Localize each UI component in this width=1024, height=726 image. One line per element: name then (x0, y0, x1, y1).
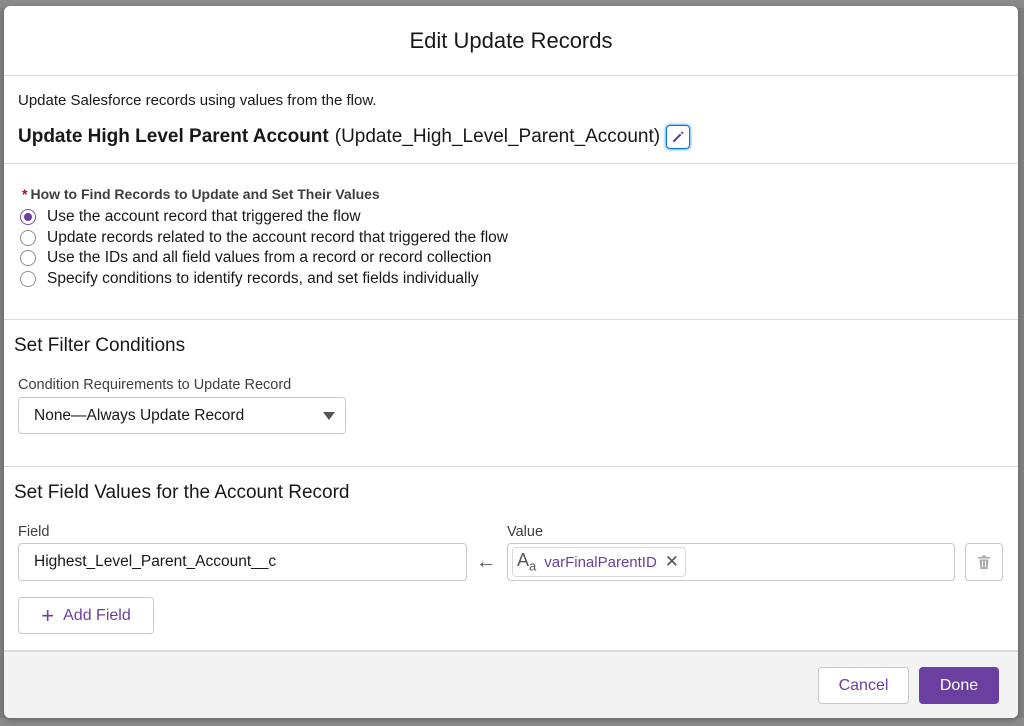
radio-button[interactable] (20, 229, 36, 246)
pencil-icon (673, 131, 684, 142)
edit-update-records-modal: Edit Update Records Update Salesforce re… (4, 6, 1018, 718)
modal-header: Edit Update Records (4, 6, 1018, 76)
value-pill: Aa varFinalParentID ✕ (512, 547, 687, 577)
done-button[interactable]: Done (919, 667, 999, 704)
radio-option[interactable]: Use the IDs and all field values from a … (20, 248, 508, 269)
add-field-label: Add Field (63, 606, 131, 624)
background-page-bottom (0, 718, 1024, 726)
radio-label: Update records related to the account re… (47, 228, 508, 246)
text-type-icon: Aa (517, 550, 537, 574)
element-info-section: Update Salesforce records using values f… (4, 76, 1018, 164)
radio-option[interactable]: Use the account record that triggered th… (20, 207, 508, 228)
how-to-find-radio-group: Use the account record that triggered th… (20, 207, 508, 289)
modal-footer: Cancel Done (4, 651, 1018, 718)
field-input-value: Highest_Level_Parent_Account__c (34, 553, 277, 570)
value-pill-text: varFinalParentID (544, 553, 657, 571)
value-column-label: Value (507, 524, 544, 540)
radio-option[interactable]: Update records related to the account re… (20, 228, 508, 249)
radio-label: Use the account record that triggered th… (47, 208, 361, 226)
trash-icon (978, 555, 990, 569)
delete-row-button[interactable] (965, 543, 1003, 581)
required-marker: * (22, 186, 28, 202)
field-column-label: Field (18, 524, 50, 540)
condition-requirements-value: None—Always Update Record (34, 406, 245, 424)
how-to-find-label: * How to Find Records to Update and Set T… (22, 186, 380, 202)
filter-section-title: Set Filter Conditions (14, 335, 186, 356)
element-description: Update Salesforce records using values f… (18, 92, 377, 109)
arrow-left-icon: ← (476, 551, 496, 573)
condition-requirements-label: Condition Requirements to Update Record (18, 377, 292, 393)
element-label: Update High Level Parent Account (18, 126, 329, 147)
element-api-name: (Update_High_Level_Parent_Account) (334, 126, 661, 147)
radio-button-selected[interactable] (20, 209, 36, 226)
edit-name-button[interactable] (666, 125, 691, 149)
plus-icon: + (41, 602, 55, 628)
radio-button[interactable] (20, 270, 36, 287)
clear-value-icon[interactable]: ✕ (665, 552, 679, 572)
radio-button[interactable] (20, 250, 36, 267)
add-field-button[interactable]: + Add Field (18, 597, 154, 634)
field-values-section-title: Set Field Values for the Account Record (14, 482, 350, 503)
radio-label: Use the IDs and all field values from a … (47, 249, 492, 267)
radio-label: Specify conditions to identify records, … (47, 269, 479, 287)
how-to-find-label-text: How to Find Records to Update and Set Th… (30, 186, 380, 202)
chevron-down-icon (323, 412, 335, 420)
value-input[interactable]: Aa varFinalParentID ✕ (507, 543, 955, 581)
modal-title: Edit Update Records (409, 27, 613, 53)
cancel-button[interactable]: Cancel (818, 667, 909, 704)
element-name: Update High Level Parent Account (Update… (18, 125, 691, 149)
radio-option[interactable]: Specify conditions to identify records, … (20, 269, 508, 290)
condition-requirements-select[interactable]: None—Always Update Record (18, 397, 346, 434)
field-input[interactable]: Highest_Level_Parent_Account__c (18, 543, 467, 581)
